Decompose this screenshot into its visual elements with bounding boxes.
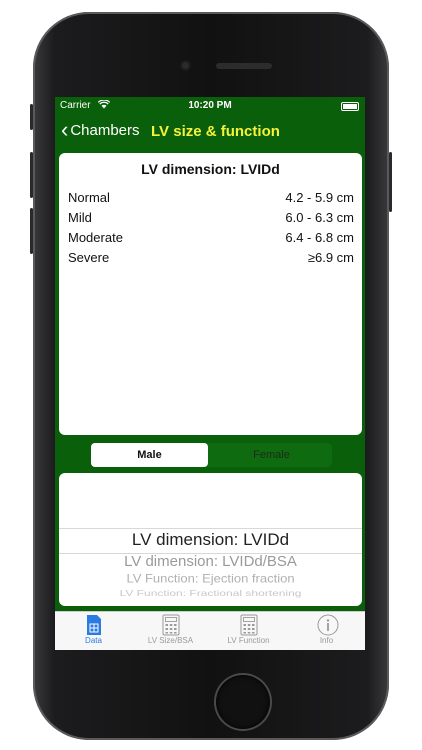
picker-item[interactable]: LV Function: Fractional shortening [59,588,362,598]
range-label: Mild [68,210,92,225]
segment-male[interactable]: Male [91,443,208,467]
tab-data[interactable]: Data [55,614,132,645]
tab-label: LV Size/BSA [147,636,194,645]
back-button-label: Chambers [70,121,140,139]
info-icon [317,614,338,636]
earpiece-speaker [216,63,272,69]
chevron-left-icon: ‹ [61,117,69,142]
status-bar: Carrier 10:20 PM [55,97,365,113]
mute-switch [30,104,33,130]
power-button [389,152,392,212]
tab-label: Data [85,636,102,645]
range-value: 4.2 - 5.9 cm [285,190,354,205]
tab-info[interactable]: Info [288,614,365,645]
data-icon [84,614,104,636]
tab-lv-size-bsa[interactable]: LV Size/BSA [132,614,209,645]
navigation-bar: ‹ Chambers LV size & function [55,115,365,149]
range-row-normal: Normal 4.2 - 5.9 cm [68,190,354,205]
reference-card: LV dimension: LVIDd Normal 4.2 - 5.9 cm … [59,153,362,435]
measurement-picker[interactable]: LV dimension: LVIDd LV dimension: LVIDd/… [59,473,362,606]
segment-female[interactable]: Female [211,443,332,467]
calculator-icon [239,614,259,636]
card-title: LV dimension: LVIDd [141,161,280,177]
home-button[interactable] [216,675,270,729]
range-row-mild: Mild 6.0 - 6.3 cm [68,210,354,225]
volume-down-button [30,208,33,254]
range-value: 6.4 - 6.8 cm [285,230,354,245]
volume-up-button [30,152,33,198]
range-value: ≥6.9 cm [307,250,354,265]
tab-bar: Data LV Size/BSA LV Function Info [55,611,365,650]
back-button[interactable]: ‹ Chambers [61,117,140,142]
range-label: Severe [68,250,110,265]
tab-lv-function[interactable]: LV Function [210,614,287,645]
gender-segmented-control: Male Female [91,443,332,467]
calculator-icon [161,614,181,636]
tab-label: LV Function [227,636,270,645]
range-label: Normal [68,190,110,205]
range-row-severe: Severe ≥6.9 cm [68,250,354,265]
front-camera [180,60,191,71]
picker-item[interactable]: LV dimension: LVIDd/BSA [59,553,362,570]
status-time: 10:20 PM [188,100,232,111]
app-screen: Carrier 10:20 PM ‹ Chambers LV size & fu… [55,97,365,650]
range-row-moderate: Moderate 6.4 - 6.8 cm [68,230,354,245]
range-value: 6.0 - 6.3 cm [285,210,354,225]
picker-item[interactable]: LV Function: Ejection fraction [59,572,362,586]
battery-icon [341,102,359,111]
picker-item-selected[interactable]: LV dimension: LVIDd [59,530,362,550]
tab-label: Info [319,636,334,645]
page-title: LV size & function [151,123,280,140]
range-label: Moderate [68,230,123,245]
